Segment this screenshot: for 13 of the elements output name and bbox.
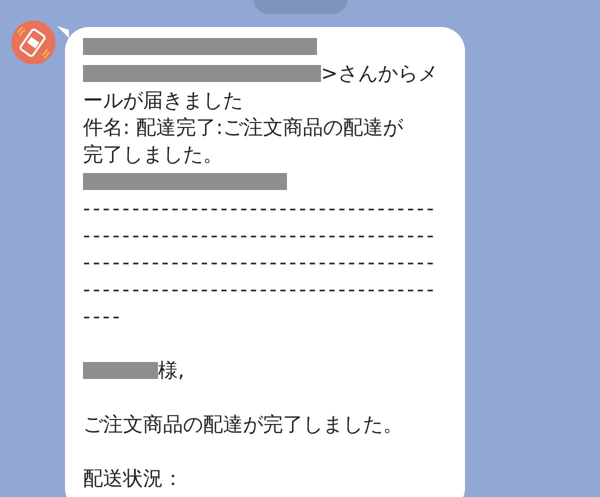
message-text: >さんからメ: [321, 60, 438, 87]
dashed-line-text: ------------------------------------: [83, 222, 436, 249]
dashed-line-text: ------------------------------------: [83, 249, 436, 276]
message-text: ご注文商品の配達が完了しました。: [83, 411, 403, 438]
message-text: 完了しました。: [83, 141, 223, 168]
dashed-line-text: ------------------------------------: [83, 276, 436, 303]
mail-phone-icon: [11, 20, 56, 65]
message-text: 件名: 配達完了:ご注文商品の配達が: [83, 114, 403, 141]
dashed-line-text: ------------------------------------: [83, 195, 436, 222]
dashed-line-text: ----: [83, 303, 122, 330]
message-text: 様,: [158, 357, 184, 384]
message-text: 配送状況：: [83, 465, 183, 492]
message-text: ールが届きました: [83, 87, 243, 114]
